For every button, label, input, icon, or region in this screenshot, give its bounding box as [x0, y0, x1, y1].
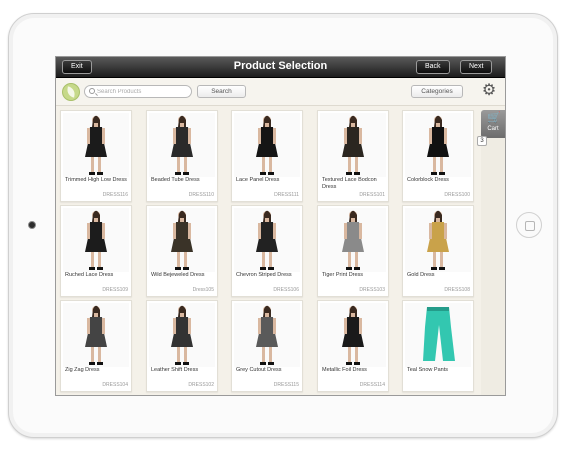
cart-button[interactable]: 🛒 Cart	[481, 110, 505, 138]
product-code: Dress105	[192, 287, 214, 293]
model-image	[171, 210, 193, 270]
navigation-bar: Exit Product Selection Back Next	[56, 57, 505, 78]
product-card[interactable]: Metallic Foil Dress DRESS114	[317, 300, 389, 392]
model-image	[171, 305, 193, 365]
product-name: Leather Shift Dress	[151, 367, 199, 373]
product-photo	[149, 208, 215, 272]
product-name: Textured Lace Bodcon Dress	[322, 177, 377, 190]
product-photo	[405, 208, 471, 272]
cart-label: Cart	[487, 126, 499, 132]
search-icon	[89, 88, 95, 94]
product-code: DRESS108	[444, 287, 470, 293]
cart-icon: 🛒	[487, 112, 501, 124]
product-photo	[320, 208, 386, 272]
product-card[interactable]: Grey Cutout Dress DRESS115	[231, 300, 303, 392]
cart-count-badge: 3	[477, 136, 487, 146]
product-photo	[320, 113, 386, 177]
toolbar: Search Categories ⚙	[56, 78, 505, 106]
product-name: Trimmed High Low Dress	[65, 177, 127, 183]
product-grid: Trimmed High Low Dress DRESS116 Beaded Tu…	[60, 110, 480, 395]
product-photo	[234, 208, 300, 272]
product-code: DRESS102	[188, 382, 214, 388]
gear-icon[interactable]: ⚙	[481, 83, 497, 99]
product-name: Colorblock Dress	[407, 177, 449, 183]
model-image	[427, 115, 449, 175]
product-card[interactable]: Wild Bejeweled Dress Dress105	[146, 205, 218, 297]
side-panel	[481, 138, 505, 395]
next-button[interactable]: Next	[460, 60, 493, 74]
product-photo	[320, 303, 386, 367]
model-image	[171, 115, 193, 175]
model-image	[256, 115, 278, 175]
product-card[interactable]: Colorblock Dress DRESS100	[402, 110, 474, 202]
product-name: Grey Cutout Dress	[236, 367, 282, 373]
product-code: DRESS115	[273, 382, 299, 388]
product-code: DRESS101	[359, 192, 385, 198]
product-card[interactable]: Trimmed High Low Dress DRESS116	[60, 110, 132, 202]
app-screen: Exit Product Selection Back Next Search …	[55, 56, 506, 396]
categories-button[interactable]: Categories	[411, 85, 463, 98]
model-image	[85, 305, 107, 365]
product-code: DRESS109	[102, 287, 128, 293]
product-card[interactable]: Tiger Print Dress DRESS103	[317, 205, 389, 297]
camera-icon	[28, 221, 36, 229]
product-photo	[405, 303, 471, 367]
product-photo	[63, 303, 129, 367]
product-card[interactable]: Beaded Tube Dress DRESS110	[146, 110, 218, 202]
product-name: Wild Bejeweled Dress	[151, 272, 205, 278]
product-name: Zig Zag Dress	[65, 367, 100, 373]
model-image	[342, 305, 364, 365]
product-name: Tiger Print Dress	[322, 272, 364, 278]
product-photo	[234, 113, 300, 177]
product-card[interactable]: Textured Lace Bodcon Dress DRESS101	[317, 110, 389, 202]
product-name: Lace Panel Dress	[236, 177, 280, 183]
product-name: Metallic Foil Dress	[322, 367, 367, 373]
product-card[interactable]: Teal Snow Pants	[402, 300, 474, 392]
product-name: Chevron Striped Dress	[236, 272, 292, 278]
model-image	[256, 305, 278, 365]
model-image	[85, 210, 107, 270]
product-name: Beaded Tube Dress	[151, 177, 200, 183]
product-name: Gold Dress	[407, 272, 435, 278]
product-card[interactable]: Leather Shift Dress DRESS102	[146, 300, 218, 392]
product-photo	[149, 303, 215, 367]
product-card[interactable]: Zig Zag Dress DRESS104	[60, 300, 132, 392]
product-photo	[234, 303, 300, 367]
product-photo	[63, 113, 129, 177]
product-code: DRESS104	[102, 382, 128, 388]
product-name: Teal Snow Pants	[407, 367, 448, 373]
back-button[interactable]: Back	[416, 60, 450, 74]
product-photo	[63, 208, 129, 272]
pants-image	[423, 307, 455, 361]
model-image	[342, 115, 364, 175]
product-code: DRESS114	[359, 382, 385, 388]
model-image	[85, 115, 107, 175]
model-image	[342, 210, 364, 270]
search-input[interactable]	[97, 87, 187, 97]
model-image	[427, 210, 449, 270]
product-card[interactable]: Gold Dress DRESS108	[402, 205, 474, 297]
product-card[interactable]: Lace Panel Dress DRESS111	[231, 110, 303, 202]
leaf-logo-icon	[62, 83, 80, 101]
model-image	[256, 210, 278, 270]
product-code: DRESS111	[274, 192, 299, 198]
product-photo	[149, 113, 215, 177]
product-code: DRESS106	[273, 287, 299, 293]
search-field[interactable]	[84, 85, 192, 98]
product-code: DRESS103	[359, 287, 385, 293]
product-name: Ruched Lace Dress	[65, 272, 114, 278]
search-button[interactable]: Search	[197, 85, 246, 98]
product-code: DRESS100	[444, 192, 470, 198]
product-code: DRESS116	[102, 192, 128, 198]
product-code: DRESS110	[188, 192, 214, 198]
product-photo	[405, 113, 471, 177]
home-button[interactable]	[516, 212, 542, 238]
product-card[interactable]: Chevron Striped Dress DRESS106	[231, 205, 303, 297]
product-card[interactable]: Ruched Lace Dress DRESS109	[60, 205, 132, 297]
